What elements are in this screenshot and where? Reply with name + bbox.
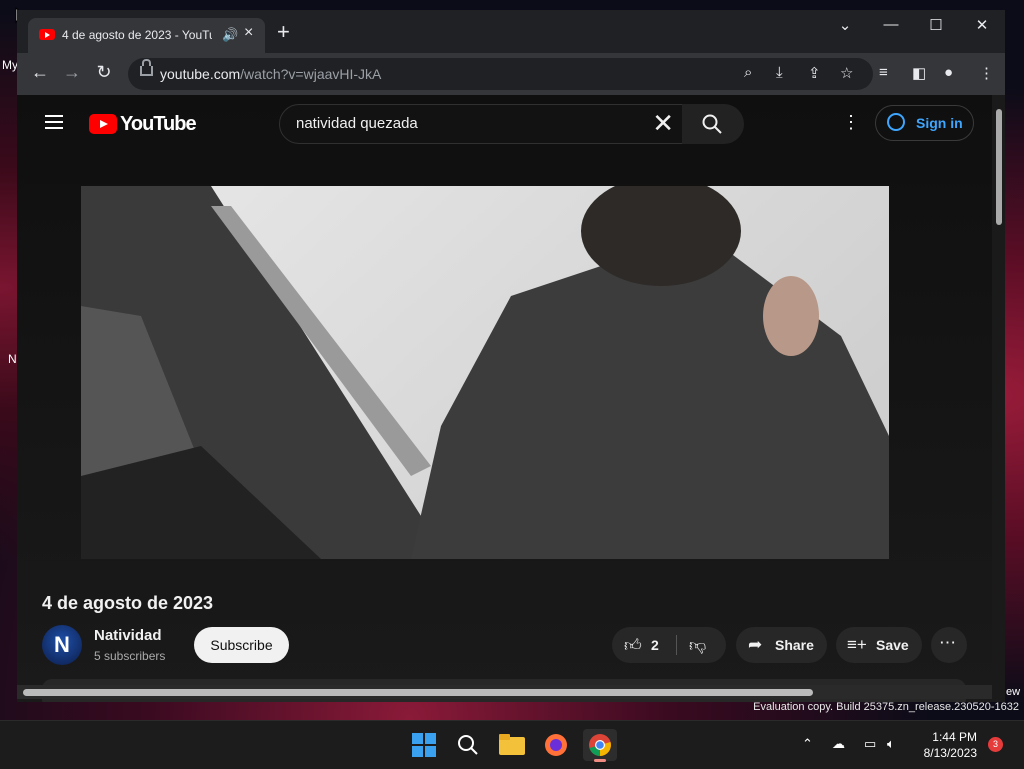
like-count: 2 xyxy=(651,637,659,653)
windows-logo-icon xyxy=(412,733,436,757)
tab-strip: 4 de agosto de 2023 - YouTube 🔊 × + ⌄ — … xyxy=(17,10,1005,53)
channel-name[interactable]: Natividad xyxy=(94,627,162,644)
youtube-favicon-icon xyxy=(39,29,55,40)
sign-in-label: Sign in xyxy=(916,115,963,131)
clock-date: 8/13/2023 xyxy=(923,746,977,760)
search-icon xyxy=(458,735,478,755)
browser-window: 4 de agosto de 2023 - YouTube 🔊 × + ⌄ — … xyxy=(17,10,1005,702)
minimize-button[interactable]: — xyxy=(876,16,906,33)
video-frame xyxy=(81,186,889,559)
tab-close-icon[interactable]: × xyxy=(244,24,253,42)
onedrive-offline-icon[interactable]: ☁ xyxy=(832,736,845,752)
new-tab-button[interactable]: + xyxy=(277,21,290,43)
search-input[interactable]: natividad quezada ✕ xyxy=(279,104,683,144)
desktop-fragment-text: ew xyxy=(1006,686,1021,698)
account-icon xyxy=(887,113,905,131)
hamburger-menu-icon[interactable] xyxy=(45,115,63,129)
tab-title: 4 de agosto de 2023 - YouTube xyxy=(62,28,212,42)
clock-time: 1:44 PM xyxy=(932,730,977,744)
reload-button[interactable]: ↻ xyxy=(92,62,116,83)
horizontal-scroll-thumb[interactable] xyxy=(23,689,813,696)
volume-icon[interactable]: 🔈︎ xyxy=(887,736,895,752)
speaker-icon[interactable]: 🔊 xyxy=(222,27,238,43)
settings-kebab-icon[interactable]: ⋮ xyxy=(842,112,860,133)
search-taskbar-button[interactable] xyxy=(451,729,485,761)
like-button[interactable]: 👍︎ 2 xyxy=(612,627,676,663)
firefox-icon xyxy=(545,734,567,756)
notification-badge[interactable]: 3 xyxy=(988,737,1003,752)
chrome-button[interactable] xyxy=(583,729,617,762)
subscribe-button[interactable]: Subscribe xyxy=(194,627,289,663)
network-icon[interactable]: ▭ xyxy=(864,736,876,752)
channel-avatar[interactable]: N xyxy=(42,625,82,665)
back-button[interactable]: ← xyxy=(28,62,52,83)
dislike-button[interactable]: 👎︎ xyxy=(677,627,726,663)
close-window-button[interactable]: ✕ xyxy=(967,16,997,34)
media-controls-icon[interactable]: ≡ xyxy=(879,64,888,81)
show-hidden-icons-chevron-icon[interactable]: ⌃ xyxy=(802,736,813,752)
share-label: Share xyxy=(775,637,814,653)
evaluation-watermark: Evaluation copy. Build 25375.zn_release.… xyxy=(753,701,1019,713)
more-actions-button[interactable]: ⋯ xyxy=(931,627,967,663)
active-indicator xyxy=(594,759,606,762)
file-explorer-button[interactable] xyxy=(495,729,529,761)
like-dislike-group: 👍︎ 2 👎︎ xyxy=(612,627,726,663)
more-horizontal-icon: ⋯ xyxy=(939,633,956,652)
taskbar: ⌃ ☁ ▭ 🔈︎ 1:44 PM 8/13/2023 3 xyxy=(0,720,1024,769)
url-text[interactable]: youtube.com/watch?v=wjaavHI-JkA xyxy=(160,66,381,82)
save-button[interactable]: ≡+ Save xyxy=(836,627,922,663)
start-button[interactable] xyxy=(407,729,441,761)
forward-button[interactable]: → xyxy=(60,62,84,83)
chrome-icon xyxy=(589,734,611,756)
folder-icon xyxy=(499,734,525,755)
youtube-logo-text: YouTube xyxy=(120,113,197,135)
search-query: natividad quezada xyxy=(296,115,418,132)
thumbs-up-icon: 👍︎ xyxy=(624,636,642,655)
youtube-page: YouTube natividad quezada ✕ ⋮ Sign in 4 … xyxy=(17,95,1005,702)
thumbs-down-icon: 👎︎ xyxy=(689,636,707,655)
youtube-play-icon xyxy=(89,114,117,134)
share-button[interactable]: ➦ Share xyxy=(736,627,827,663)
tab-search-icon[interactable]: ⌄ xyxy=(830,16,860,34)
address-bar[interactable]: youtube.com/watch?v=wjaavHI-JkA ⌕ ⤓ ⇪ ☆ xyxy=(128,58,873,90)
browser-toolbar: ← → ↻ youtube.com/watch?v=wjaavHI-JkA ⌕ … xyxy=(17,53,1005,95)
share-icon[interactable]: ⇪ xyxy=(808,64,821,82)
video-title: 4 de agosto de 2023 xyxy=(42,593,214,613)
search-page-icon[interactable]: ⌕ xyxy=(744,64,752,81)
desktop-icon-label[interactable]: My xyxy=(2,58,18,72)
playlist-add-icon: ≡+ xyxy=(847,635,867,654)
desktop-icon-label[interactable]: N xyxy=(8,352,17,366)
maximize-button[interactable]: ☐ xyxy=(921,16,951,34)
sign-in-button[interactable]: Sign in xyxy=(875,105,974,141)
search-button[interactable] xyxy=(682,104,744,144)
firefox-button[interactable] xyxy=(539,729,573,761)
browser-menu-icon[interactable]: ⋮ xyxy=(979,64,994,82)
vertical-scrollbar[interactable] xyxy=(992,95,1005,702)
video-player[interactable] xyxy=(81,186,889,559)
search-icon xyxy=(702,114,722,134)
horizontal-scrollbar[interactable] xyxy=(17,685,992,699)
share-arrow-icon: ➦ xyxy=(748,635,763,654)
vertical-scroll-thumb[interactable] xyxy=(996,109,1002,225)
browser-tab[interactable]: 4 de agosto de 2023 - YouTube 🔊 × xyxy=(28,18,265,53)
lock-icon[interactable] xyxy=(140,59,153,76)
profile-icon[interactable]: ● xyxy=(944,64,953,81)
clock[interactable]: 1:44 PM 8/13/2023 xyxy=(910,729,977,761)
youtube-header: YouTube natividad quezada ✕ ⋮ Sign in xyxy=(17,95,992,153)
clear-search-icon[interactable]: ✕ xyxy=(652,109,674,137)
side-panel-icon[interactable]: ◧ xyxy=(912,64,926,82)
save-label: Save xyxy=(876,637,909,653)
bookmark-star-icon[interactable]: ☆ xyxy=(840,64,853,82)
install-icon[interactable]: ⤓ xyxy=(776,64,783,81)
subscriber-count: 5 subscribers xyxy=(94,649,166,663)
